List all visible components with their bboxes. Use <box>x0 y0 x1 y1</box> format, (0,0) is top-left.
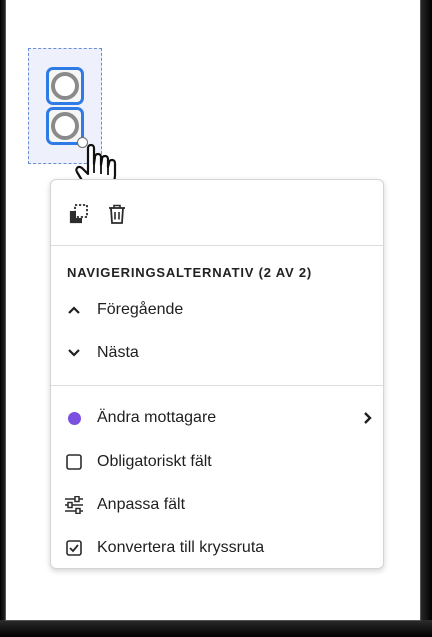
radio-circle-icon <box>51 72 79 100</box>
menu-item-customize-field[interactable]: Anpassa fält <box>51 489 383 521</box>
page-shadow-bottom <box>0 620 432 637</box>
recipient-dot-icon <box>51 411 97 425</box>
menu-item-change-recipient[interactable]: Ändra mottagare <box>51 402 383 434</box>
trash-icon[interactable] <box>105 202 129 226</box>
radio-circle-icon <box>51 112 79 140</box>
checkbox-checked-icon <box>51 540 97 556</box>
chevron-up-icon <box>51 305 97 315</box>
menu-item-required-field[interactable]: Obligatoriskt fält <box>51 446 383 478</box>
menu-item-previous[interactable]: Föregående <box>51 294 383 326</box>
menu-item-label: Obligatoriskt fält <box>97 453 212 470</box>
menu-toolbar <box>67 202 129 226</box>
menu-item-convert-to-checkbox[interactable]: Konvertera till kryssruta <box>51 532 383 564</box>
chevron-down-icon <box>51 348 97 358</box>
page-shadow-right <box>420 0 432 637</box>
navigation-section-heading: NAVIGERINGSALTERNATIV (2 AV 2) <box>67 265 313 280</box>
menu-item-label: Konvertera till kryssruta <box>97 539 265 556</box>
sliders-icon <box>51 496 97 514</box>
menu-divider <box>51 245 383 246</box>
menu-divider <box>51 385 383 386</box>
menu-item-label: Nästa <box>97 344 139 361</box>
menu-item-label: Ändra mottagare <box>97 409 217 426</box>
duplicate-icon[interactable] <box>67 202 91 226</box>
menu-item-label: Anpassa fält <box>97 496 186 513</box>
menu-item-next[interactable]: Nästa <box>51 337 383 369</box>
recipient-color-dot <box>67 411 81 425</box>
field-context-menu: NAVIGERINGSALTERNATIV (2 AV 2) Föregåend… <box>50 179 384 569</box>
radio-button-field-1[interactable] <box>46 67 84 105</box>
menu-item-label: Föregående <box>97 301 184 318</box>
chevron-right-icon <box>353 411 383 425</box>
checkbox-empty-icon <box>51 454 97 470</box>
